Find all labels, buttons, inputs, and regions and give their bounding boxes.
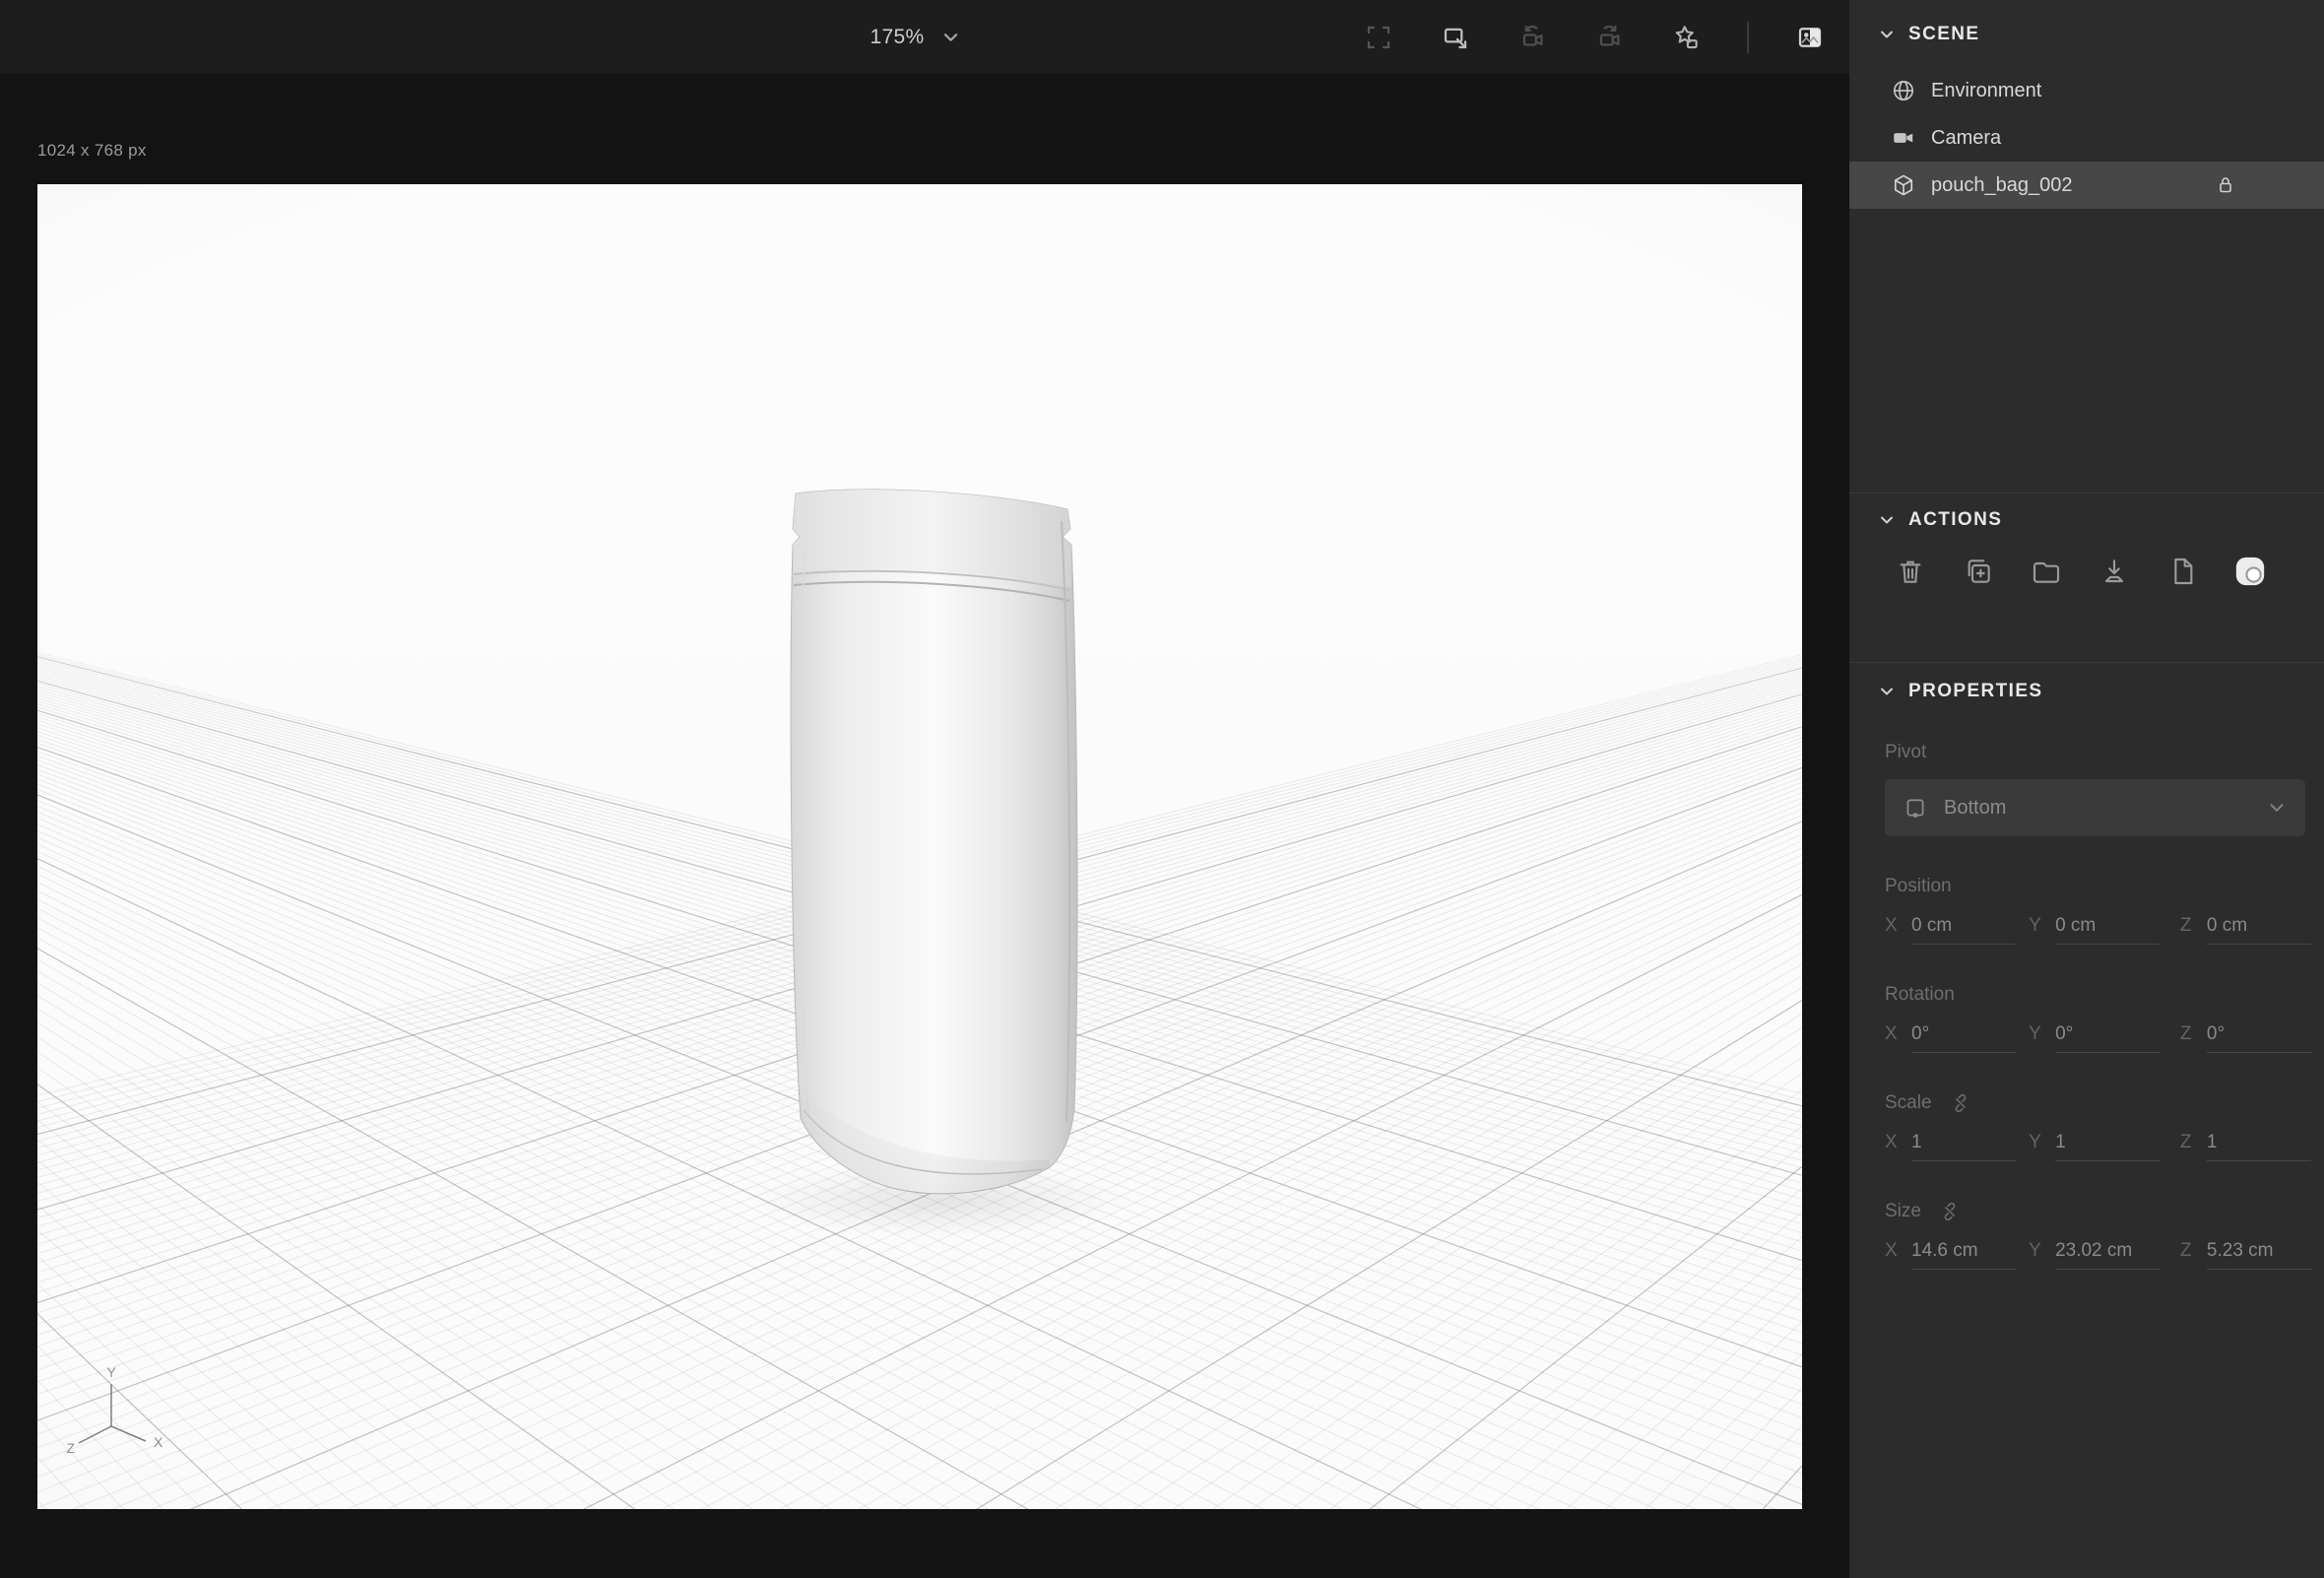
position-group: Position X 0 cm Y 0 cm Z 0 cm [1849,876,2324,945]
app-window: 175% 1024 x 768 px Y X Z SCENE Environme… [0,0,2324,1578]
scale-label: Scale [1885,1092,2324,1114]
size-z-value: 5.23 cm [2206,1240,2311,1270]
size-label: Size [1885,1201,2324,1222]
scale-y-value: 1 [2055,1132,2161,1161]
action-icons-row [1849,555,2324,588]
scale-y-field[interactable]: Y 1 [2029,1132,2180,1161]
zoom-control[interactable]: 175% [871,0,962,74]
rotation-group: Rotation X 0° Y 0° Z 0° [1849,984,2324,1053]
toolbar-separator [1747,21,1749,53]
globe-icon [1893,80,1914,101]
scene-item-camera[interactable]: Camera [1849,114,2324,162]
rotation-x-value: 0° [1911,1023,2016,1053]
size-y-value: 23.02 cm [2055,1240,2161,1270]
position-label: Position [1885,876,1952,896]
replace-file-icon[interactable] [2165,555,2199,588]
pivot-bottom-icon [1906,799,1924,818]
marquee-select-icon[interactable] [1363,22,1394,53]
rotate-camera-left-icon[interactable] [1517,22,1548,53]
material-icon[interactable] [2233,555,2267,588]
rotation-y-field[interactable]: Y 0° [2029,1023,2180,1053]
position-x-value: 0 cm [1911,915,2016,945]
pivot-label: Pivot [1885,742,1927,762]
size-x-field[interactable]: X 14.6 cm [1885,1240,2029,1270]
scale-z-field[interactable]: Z 1 [2180,1132,2324,1161]
pivot-value: Bottom [1944,796,2007,819]
rotation-z-value: 0° [2206,1023,2311,1053]
reframe-camera-icon[interactable] [1440,22,1471,53]
rotate-camera-right-icon[interactable] [1593,22,1625,53]
scale-x-field[interactable]: X 1 [1885,1132,2029,1161]
scene-item-label: Environment [1931,79,2042,101]
camera-bookmark-icon[interactable] [1670,22,1702,53]
viewport-column: 175% 1024 x 768 px Y X Z [0,0,1849,1578]
position-z-field[interactable]: Z 0 cm [2180,915,2324,945]
size-group: Size X 14.6 cm Y 23.02 cm Z 5.23 cm [1849,1201,2324,1270]
right-panel: SCENE Environment Camera pouch_bag_002 A… [1849,0,2324,1578]
scale-z-value: 1 [2206,1132,2311,1161]
pivot-select[interactable]: Bottom [1885,779,2305,836]
position-y-field[interactable]: Y 0 cm [2029,915,2180,945]
top-toolbar: 175% [0,0,1849,74]
unlink-icon[interactable] [1950,1092,1971,1114]
rotation-x-field[interactable]: X 0° [1885,1023,2029,1053]
group-folder-icon[interactable] [2030,555,2063,588]
actions-header[interactable]: ACTIONS [1849,493,2324,531]
rotation-label: Rotation [1885,984,1955,1005]
properties-title: PROPERTIES [1908,681,2043,701]
chevron-down-icon [1881,516,1893,524]
scene-title: SCENE [1908,24,1980,44]
scale-group: Scale X 1 Y 1 Z 1 [1849,1092,2324,1161]
scene-item-pouch-bag[interactable]: pouch_bag_002 [1849,162,2324,209]
size-z-field[interactable]: Z 5.23 cm [2180,1240,2324,1270]
scene-item-label: pouch_bag_002 [1931,173,2073,196]
properties-section: PROPERTIES Pivot Bottom Position X 0 cm [1849,663,2324,1578]
rotation-y-value: 0° [2055,1023,2161,1053]
duplicate-icon[interactable] [1962,555,1995,588]
actions-title: ACTIONS [1908,509,2003,530]
scene-item-label: Camera [1931,126,2002,149]
unlink-icon[interactable] [1939,1201,1961,1222]
gizmo-z-label: Z [67,1440,75,1456]
zoom-level: 175% [870,25,925,48]
position-y-value: 0 cm [2055,915,2161,945]
camera-toolbar [1363,0,1826,74]
scene-item-environment[interactable]: Environment [1849,67,2324,114]
axis-gizmo: Y X Z [67,1364,163,1456]
scale-x-value: 1 [1911,1132,2016,1161]
gizmo-x-label: X [154,1434,163,1450]
position-x-field[interactable]: X 0 cm [1885,915,2029,945]
pouch-bag-model[interactable] [774,480,1091,1203]
rotation-z-field[interactable]: Z 0° [2180,1023,2324,1053]
chevron-down-icon [943,33,958,41]
chevron-down-icon [1881,688,1893,695]
video-camera-icon [1894,133,1913,143]
scene-header[interactable]: SCENE [1849,0,2324,45]
gizmo-y-label: Y [106,1364,116,1380]
properties-header[interactable]: PROPERTIES [1849,663,2324,702]
artboard-size-label: 1024 x 768 px [37,141,147,160]
size-y-field[interactable]: Y 23.02 cm [2029,1240,2180,1270]
lock-icon[interactable] [2214,173,2237,203]
cube-icon [1894,174,1913,196]
delete-icon[interactable] [1894,555,1927,588]
position-z-value: 0 cm [2206,915,2311,945]
scene-section: SCENE Environment Camera pouch_bag_002 [1849,0,2324,493]
snap-to-ground-icon[interactable] [2098,555,2131,588]
viewport-canvas[interactable]: 1024 x 768 px Y X Z [0,74,1849,1578]
size-x-value: 14.6 cm [1911,1240,2016,1270]
actions-section: ACTIONS [1849,493,2324,663]
chevron-down-icon [1881,31,1893,38]
render-preview-icon[interactable] [1794,22,1826,53]
chevron-down-icon [2270,804,2284,812]
scene-list: Environment Camera pouch_bag_002 [1849,67,2324,209]
artboard[interactable]: Y X Z [37,184,1802,1509]
